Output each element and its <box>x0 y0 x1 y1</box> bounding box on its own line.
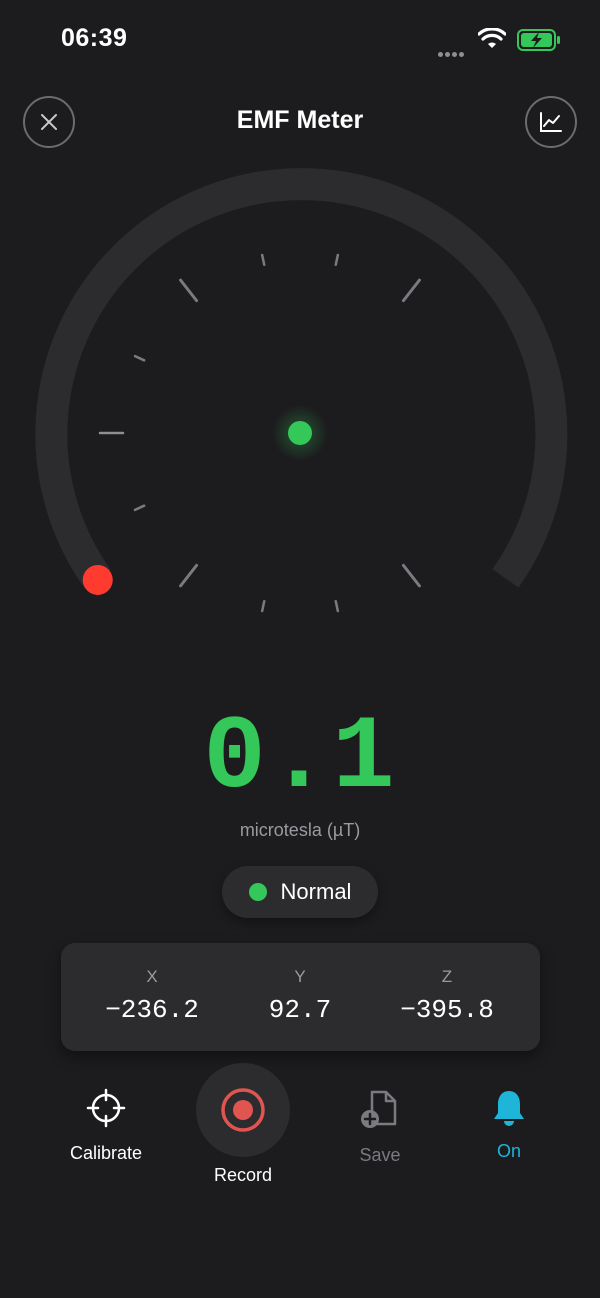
gauge-tick <box>179 278 199 303</box>
axis-x-value: −236.2 <box>105 995 199 1025</box>
battery-charging-icon <box>517 29 560 51</box>
status-badge: Normal <box>222 866 378 918</box>
status-time: 06:39 <box>61 24 128 52</box>
gauge-ticks <box>98 253 421 613</box>
axis-y-label: Y <box>294 967 306 986</box>
add-file-icon <box>361 1090 397 1128</box>
cellular-signal-icon <box>438 44 468 57</box>
record-label: Record <box>213 1165 273 1185</box>
field-reading-unit: microtesla (µT) <box>239 820 361 840</box>
crosshair-icon <box>86 1088 126 1128</box>
record-button-circle[interactable] <box>196 1063 290 1157</box>
status-label: Normal <box>280 879 352 904</box>
gauge-tick <box>334 599 340 613</box>
wifi-icon <box>478 28 506 48</box>
alert-toggle-button[interactable]: On <box>459 1088 559 1162</box>
gauge-track <box>35 168 568 589</box>
status-bar: 06:39 <box>0 0 600 80</box>
gauge-tick <box>133 354 146 362</box>
status-indicator-dot <box>248 883 267 901</box>
gauge-center-dot <box>288 421 312 445</box>
emf-gauge <box>35 168 568 613</box>
gauge-tick <box>334 253 340 267</box>
record-icon <box>221 1088 265 1132</box>
calibrate-label: Calibrate <box>69 1143 143 1163</box>
calibrate-button[interactable]: Calibrate <box>56 1088 156 1164</box>
gauge-tick <box>260 599 266 613</box>
axis-z-readout: Z −395.8 <box>377 967 517 1025</box>
axis-z-label: Z <box>441 967 453 986</box>
history-chart-button[interactable] <box>525 96 577 148</box>
axis-x-label: X <box>146 967 158 986</box>
chart-icon <box>540 112 562 132</box>
axes-readout-card: X −236.2 Y 92.7 Z −395.8 <box>61 943 540 1051</box>
gauge-tick <box>179 563 199 588</box>
page-title: EMF Meter <box>236 106 364 134</box>
gauge-tick <box>401 278 421 303</box>
axis-y-readout: Y 92.7 <box>230 967 370 1025</box>
axis-y-value: 92.7 <box>268 995 332 1025</box>
record-button[interactable]: Record <box>193 1063 293 1186</box>
gauge-tick <box>260 253 266 267</box>
gauge-needle-dot <box>82 564 113 595</box>
save-button[interactable]: Save <box>330 1088 430 1166</box>
gauge-tick <box>133 504 146 512</box>
alert-status-label: On <box>496 1141 521 1161</box>
save-label: Save <box>359 1145 401 1165</box>
axis-z-value: −395.8 <box>400 995 494 1025</box>
gauge-tick <box>401 563 421 588</box>
bell-icon <box>494 1091 524 1126</box>
field-reading-value: 0.1 <box>203 700 397 818</box>
axis-x-readout: X −236.2 <box>82 967 222 1025</box>
